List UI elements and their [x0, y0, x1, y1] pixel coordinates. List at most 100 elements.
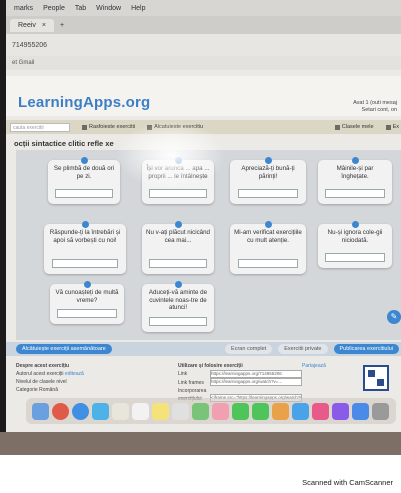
pages-icon[interactable]: [272, 402, 289, 420]
exercise-card[interactable]: Apreciază-ți bună-ți părinți!: [230, 157, 306, 204]
exercise-card[interactable]: Își vor arunca ... apa ... proprii ... l…: [142, 157, 214, 204]
pin-icon: [351, 157, 359, 164]
search-input[interactable]: cauta exercitii: [10, 122, 70, 132]
keynote-icon[interactable]: [292, 402, 309, 420]
pin-icon: [174, 157, 182, 164]
menu-item-tab[interactable]: Tab: [75, 5, 86, 12]
scanner-watermark: Scanned with CamScanner: [302, 478, 393, 487]
menu-item-window[interactable]: Window: [96, 5, 121, 12]
link1-field[interactable]: https://learningapps.org/714955206: [210, 370, 302, 378]
podcasts-icon[interactable]: [332, 402, 349, 420]
create-label: Alcatuieste exercitiu: [154, 124, 204, 130]
url-text: 714955206: [12, 41, 48, 49]
bookmarks-bar: et Gmail: [6, 56, 401, 70]
music-icon[interactable]: [312, 402, 329, 420]
card-text: Aduceți-vă aminte de cuvintele noas-tre …: [148, 289, 208, 311]
settings-icon[interactable]: [372, 402, 389, 420]
menu-item-bookmarks[interactable]: marks: [14, 5, 33, 12]
my-classes-button[interactable]: Clasele mele: [334, 124, 374, 130]
menu-item-people[interactable]: People: [43, 5, 65, 12]
exercise-card[interactable]: Mâinile-și par înghețate.: [318, 157, 392, 204]
system-menubar: marks People Tab Window Help: [6, 0, 401, 16]
account-line-2[interactable]: Setari cont, on: [353, 107, 397, 114]
exercise-card[interactable]: Răspunde-ți la întrebări și apoi să vorb…: [44, 221, 126, 274]
answer-field[interactable]: [237, 259, 299, 268]
fullscreen-button[interactable]: Ecran complet: [225, 344, 273, 354]
maps-icon[interactable]: [192, 402, 209, 420]
tab-label: Reeiv: [18, 21, 36, 29]
exercise-card[interactable]: Nu v-ați plăcut nicicând cea mai...: [142, 221, 214, 274]
qr-code-icon[interactable]: [363, 365, 389, 391]
photos-icon[interactable]: [212, 402, 229, 420]
share-link[interactable]: Partajează: [302, 362, 326, 370]
link2-field[interactable]: https://learningapps.org/watch?v=...: [210, 378, 302, 387]
answer-field[interactable]: [149, 317, 207, 326]
level-value: clasele nivel: [39, 379, 67, 385]
answer-field[interactable]: [149, 189, 207, 198]
exercise-board: Se plimbă de două ori pe zi. Își vor aru…: [16, 150, 401, 340]
browser-tab-bar: Reeiv × +: [6, 16, 401, 34]
category-label: Categorie: [16, 387, 38, 393]
monitor-bezel: [0, 432, 401, 455]
answer-field[interactable]: [237, 189, 299, 198]
level-label: Nivelul de: [16, 379, 38, 385]
pin-icon: [80, 157, 88, 164]
answer-field[interactable]: [325, 189, 385, 198]
exercise-card[interactable]: Vă cunoașteți de multă vreme?: [50, 281, 124, 324]
level-row: Nivelul de clasele nivel: [16, 378, 84, 386]
answer-field[interactable]: [57, 309, 117, 318]
site-toolbar: cauta exercitii Rasfoieste exercitii Alc…: [6, 120, 401, 134]
exercise-card[interactable]: Aduceți-vă aminte de cuvintele noas-tre …: [142, 281, 214, 332]
notes-icon[interactable]: [152, 402, 169, 420]
finder-icon[interactable]: [32, 402, 49, 420]
contacts-icon[interactable]: [112, 402, 129, 420]
exercise-card[interactable]: Se plimbă de două ori pe zi.: [48, 157, 120, 204]
exercise-card[interactable]: Nu-și ignora cole-gii niciodată.: [318, 221, 392, 268]
share-column: Partajează: [302, 362, 326, 370]
grid-icon: [82, 124, 87, 130]
pin-icon: [83, 281, 91, 288]
appstore-icon[interactable]: [352, 402, 369, 420]
menu-item-help[interactable]: Help: [131, 5, 145, 12]
my-label: Ex: [392, 124, 399, 130]
launchpad-icon[interactable]: [52, 402, 69, 420]
edit-link[interactable]: editează: [65, 371, 84, 377]
answer-field[interactable]: [325, 253, 385, 262]
answer-field[interactable]: [149, 259, 207, 268]
bookmark-gmail[interactable]: et Gmail: [12, 60, 34, 66]
my-exercises-button[interactable]: Ex: [385, 124, 401, 130]
card-text: Mâinile-și par înghețate.: [336, 165, 374, 180]
browse-exercises-button[interactable]: Rasfoieste exercitii: [82, 124, 135, 130]
tab-close-icon[interactable]: ×: [42, 22, 46, 29]
card-text: Nu v-ați plăcut nicicând cea mai...: [146, 229, 210, 244]
address-bar[interactable]: 714955206: [6, 34, 401, 56]
use-column: Utilizare și folosire exerciții Link http…: [178, 362, 302, 403]
account-info: Avat 1 (outi mesaj Setari cont, on: [353, 100, 397, 114]
calendar-icon[interactable]: [132, 402, 149, 420]
new-tab-icon[interactable]: +: [60, 22, 64, 29]
link2-label: Link frames: [178, 379, 204, 386]
site-logo[interactable]: LearningApps.org: [18, 94, 150, 111]
account-line-1[interactable]: Avat 1 (outi mesaj: [353, 100, 397, 107]
pin-icon: [264, 221, 272, 228]
mac-dock: [26, 398, 396, 424]
author-row: Autorul acest exerciții editează: [16, 370, 84, 378]
messages-icon[interactable]: [232, 402, 249, 420]
classes-icon: [334, 124, 340, 130]
publish-button[interactable]: Publicarea exercitiului: [333, 344, 399, 354]
exercise-card[interactable]: Mi-am verificat exercițiile cu mult aten…: [230, 221, 306, 274]
private-exercises-button[interactable]: Exercitii private: [278, 344, 328, 354]
pencil-icon[interactable]: ✎: [387, 310, 401, 324]
photo-frame: marks People Tab Window Help Reeiv × + 7…: [0, 0, 401, 455]
reminders-icon[interactable]: [172, 402, 189, 420]
mail-icon[interactable]: [92, 402, 109, 420]
answer-field[interactable]: [55, 189, 113, 198]
pin-icon: [264, 157, 272, 164]
create-exercise-button[interactable]: Alcatuieste exercitiu: [147, 124, 203, 130]
folder-icon: [385, 124, 391, 130]
similar-exercises-button[interactable]: Alcătuiește exerciții asemănătoare: [16, 344, 112, 354]
answer-field[interactable]: [52, 259, 118, 268]
facetime-icon[interactable]: [252, 402, 269, 420]
browser-tab[interactable]: Reeiv ×: [10, 18, 54, 32]
safari-icon[interactable]: [72, 402, 89, 420]
